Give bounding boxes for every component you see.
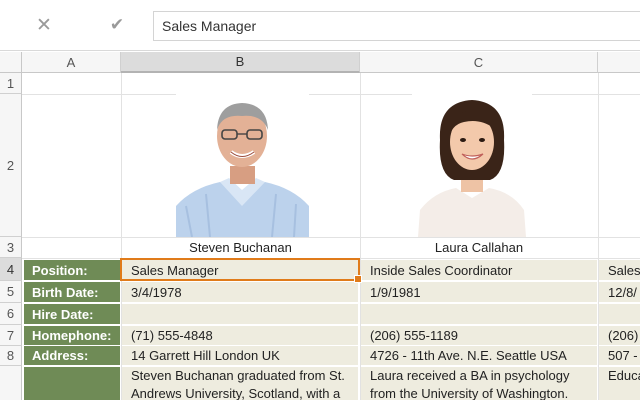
cell-b9[interactable]: Steven Buchanan graduated from St. Andre… (122, 367, 358, 400)
column-header-d[interactable] (598, 52, 640, 73)
row-header-2[interactable]: 2 (0, 94, 22, 237)
row-header-4[interactable]: 4 (0, 258, 22, 281)
cell-d9[interactable]: Educa (599, 367, 640, 400)
employee-photo-steven[interactable] (176, 94, 309, 237)
label-birth-date[interactable]: Birth Date: (24, 282, 120, 302)
cell-c8[interactable]: 4726 - 11th Ave. N.E. Seattle USA (361, 346, 597, 365)
row-header-8[interactable]: 8 (0, 346, 22, 366)
cell-b7[interactable]: (71) 555-4848 (122, 326, 358, 345)
row-header-6[interactable]: 6 (0, 303, 22, 325)
cell-d8[interactable]: 507 - (599, 346, 640, 365)
cell-b8[interactable]: 14 Garrett Hill London UK (122, 346, 358, 365)
row-header-9[interactable] (0, 366, 22, 400)
row-header-5[interactable]: 5 (0, 281, 22, 303)
close-icon[interactable]: ✕ (31, 12, 57, 38)
cell-c6[interactable] (361, 304, 597, 324)
check-icon[interactable]: ✔ (104, 12, 130, 38)
cell-d5[interactable]: 12/8/ (599, 282, 640, 302)
label-position[interactable]: Position: (24, 260, 120, 280)
column-header-a[interactable]: A (22, 52, 121, 73)
label-homephone[interactable]: Homephone: (24, 326, 120, 345)
formula-bar: ✕ ✔ Sales Manager (0, 0, 640, 51)
row-header-1[interactable]: 1 (0, 73, 22, 94)
cell-c7[interactable]: (206) 555-1189 (361, 326, 597, 345)
select-all-corner[interactable] (0, 52, 22, 73)
grid-line (22, 94, 640, 95)
employee-name[interactable]: Laura Callahan (360, 237, 598, 258)
cell-d7[interactable]: (206) (599, 326, 640, 345)
cell-c5[interactable]: 1/9/1981 (361, 282, 597, 302)
column-header-b[interactable]: B (121, 52, 360, 73)
woman-portrait-icon (412, 94, 532, 237)
cell-selection[interactable] (120, 258, 362, 283)
label-notes[interactable] (24, 367, 120, 400)
cell-c4[interactable]: Inside Sales Coordinator (361, 260, 597, 280)
man-portrait-icon (176, 94, 309, 237)
row-header-7[interactable]: 7 (0, 325, 22, 346)
employee-photo-laura[interactable] (412, 94, 532, 237)
cell-d4[interactable]: Sales (599, 260, 640, 280)
formula-input[interactable]: Sales Manager (153, 11, 640, 41)
cell-c9[interactable]: Laura received a BA in psychology from t… (361, 367, 597, 400)
cell-d6[interactable] (599, 304, 640, 324)
label-hire-date[interactable]: Hire Date: (24, 304, 120, 324)
cell-b5[interactable]: 3/4/1978 (122, 282, 358, 302)
employee-name[interactable]: Steven Buchanan (121, 237, 360, 258)
column-header-c[interactable]: C (360, 52, 598, 73)
label-address[interactable]: Address: (24, 346, 120, 365)
row-header-3[interactable]: 3 (0, 237, 22, 258)
cell-b6[interactable] (122, 304, 358, 324)
